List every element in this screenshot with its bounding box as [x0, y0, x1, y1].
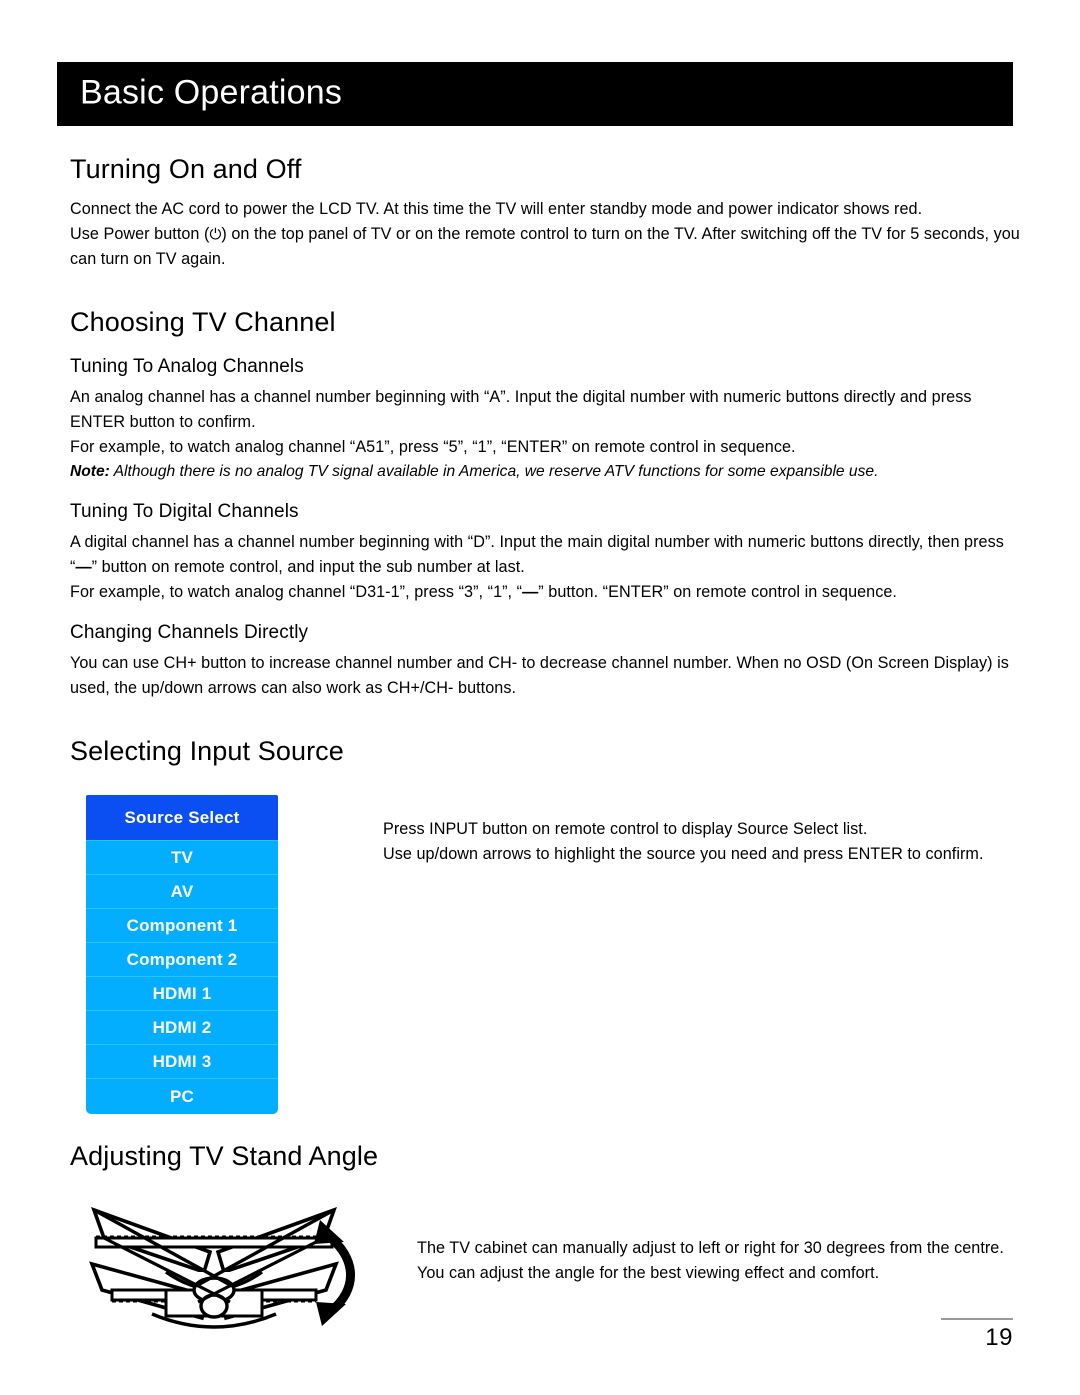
source-menu-item-hdmi-2[interactable]: HDMI 2 — [86, 1010, 278, 1045]
subheading-changing-channels: Changing Channels Directly — [70, 621, 309, 643]
source-select-paragraph-2: Use up/down arrows to highlight the sour… — [383, 845, 984, 864]
source-select-paragraph-1: Press INPUT button on remote control to … — [383, 820, 868, 839]
source-menu-item-av[interactable]: AV — [86, 874, 278, 909]
footer-divider — [941, 1318, 1013, 1320]
analog-note-text: Although there is no analog TV signal av… — [113, 463, 879, 481]
section-heading-adjusting-stand-angle: Adjusting TV Stand Angle — [70, 1141, 379, 1172]
analog-paragraph-1: An analog channel has a channel number b… — [70, 388, 972, 432]
source-select-menu[interactable]: Source Select TV AV Component 1 Componen… — [86, 795, 278, 1115]
turning-on-off-paragraph-2: Use Power button (⏻) on the top panel of… — [70, 222, 1020, 272]
source-select-menu-header: Source Select — [86, 795, 278, 841]
analog-note: Note: Although there is no analog TV sig… — [70, 460, 1020, 484]
source-select-description: Press INPUT button on remote control to … — [383, 795, 984, 867]
digital-paragraph-1: A digital channel has a channel number b… — [70, 530, 1020, 580]
source-menu-item-hdmi-1[interactable]: HDMI 1 — [86, 976, 278, 1011]
manual-page: Basic Operations Turning On and Off Conn… — [0, 0, 1080, 1395]
dash-button-icon-2: — — [522, 582, 539, 601]
turning-on-off-paragraph-1: Connect the AC cord to power the LCD TV.… — [70, 199, 923, 218]
stand-angle-description: The TV cabinet can manually adjust to le… — [417, 1184, 1004, 1286]
digital-p1-after: ” button on remote control, and input th… — [91, 557, 525, 576]
source-select-block: Source Select TV AV Component 1 Componen… — [70, 795, 1020, 1115]
analog-paragraph-2: For example, to watch analog channel “A5… — [70, 438, 796, 457]
digital-p2-before: For example, to watch analog channel “D3… — [70, 582, 523, 601]
turning-on-off-text-before-icon: Use Power button ( — [70, 224, 210, 243]
power-icon: ⏻ — [209, 225, 222, 243]
subheading-tuning-analog: Tuning To Analog Channels — [70, 356, 304, 378]
source-menu-item-pc[interactable]: PC — [86, 1078, 278, 1115]
stand-angle-paragraph-1: The TV cabinet can manually adjust to le… — [417, 1239, 1004, 1258]
source-menu-item-component-2[interactable]: Component 2 — [86, 942, 278, 977]
analog-note-label: Note: — [70, 463, 110, 481]
source-menu-item-tv[interactable]: TV — [86, 840, 278, 875]
section-heading-choosing-tv-channel: Choosing TV Channel — [70, 306, 336, 337]
page-number: 19 — [985, 1324, 1013, 1351]
stand-angle-paragraph-2: You can adjust the angle for the best vi… — [417, 1264, 880, 1283]
changing-channels-paragraph-1: You can use CH+ button to increase chann… — [70, 653, 1009, 697]
digital-p2-after: ” button. “ENTER” on remote control in s… — [538, 582, 897, 601]
page-content: Turning On and Off Connect the AC cord t… — [70, 154, 1020, 1339]
source-menu-item-component-1[interactable]: Component 1 — [86, 908, 278, 943]
page-banner: Basic Operations — [57, 62, 1013, 126]
section-heading-turning-on-off: Turning On and Off — [70, 154, 302, 184]
tv-stand-swivel-illustration — [82, 1184, 362, 1339]
digital-paragraph-2: For example, to watch analog channel “D3… — [70, 580, 1020, 605]
source-menu-item-hdmi-3[interactable]: HDMI 3 — [86, 1044, 278, 1079]
subheading-tuning-digital: Tuning To Digital Channels — [70, 501, 299, 523]
stand-angle-block: The TV cabinet can manually adjust to le… — [70, 1184, 1020, 1339]
section-heading-selecting-input-source: Selecting Input Source — [70, 735, 344, 766]
page-title: Basic Operations — [80, 73, 343, 112]
dash-button-icon: — — [75, 557, 92, 576]
